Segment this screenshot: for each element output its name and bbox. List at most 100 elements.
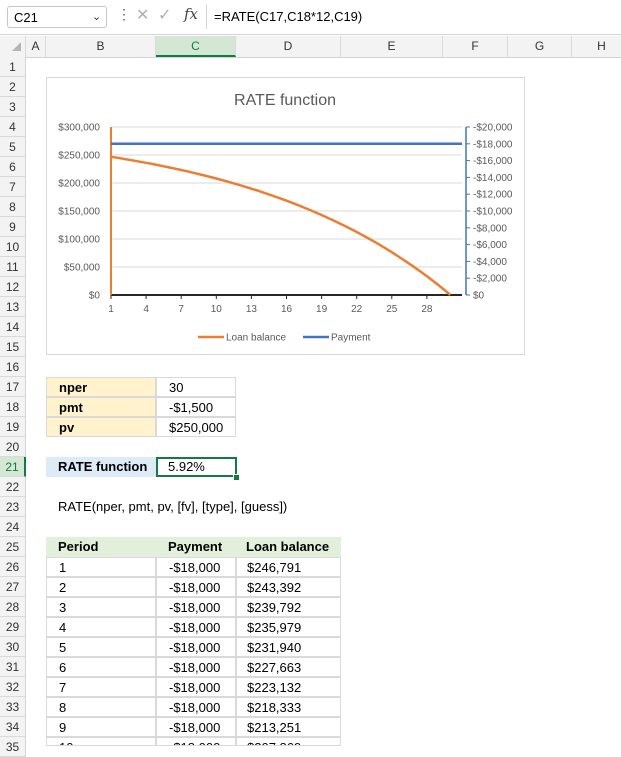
table-header-loan-balance[interactable]: Loan balance: [236, 537, 341, 557]
syntax-text[interactable]: RATE(nper, pmt, pv, [fv], [type], [guess…: [46, 497, 446, 517]
table-cell-payment[interactable]: -$18,000: [156, 657, 236, 677]
table-cell-period[interactable]: 6: [46, 657, 156, 677]
chevron-down-icon[interactable]: ⌄: [92, 10, 101, 23]
table-cell-loan-balance[interactable]: $218,333: [236, 697, 341, 717]
select-all-button[interactable]: [0, 36, 26, 57]
table-header-payment[interactable]: Payment: [156, 537, 236, 557]
name-box[interactable]: C21 ⌄: [7, 6, 107, 28]
table-cell-period[interactable]: 8: [46, 697, 156, 717]
row-header-selected[interactable]: 21: [0, 457, 26, 477]
y-left-tick-label: $250,000: [58, 151, 100, 162]
row-header[interactable]: 7: [0, 177, 26, 197]
column-header-b[interactable]: B: [46, 36, 156, 57]
column-header-c[interactable]: C: [156, 36, 236, 57]
column-header-e[interactable]: E: [341, 36, 443, 57]
row-header[interactable]: 33: [0, 697, 26, 717]
label-nper[interactable]: nper: [46, 377, 156, 397]
row-header[interactable]: 20: [0, 437, 26, 457]
line-chart[interactable]: RATE function $0 $50,000 $100,000 $150,000 $…: [46, 77, 525, 355]
row-header[interactable]: 24: [0, 517, 26, 537]
table-cell-payment[interactable]: -$18,000: [156, 577, 236, 597]
row-header[interactable]: 35: [0, 737, 26, 757]
row-header[interactable]: 8: [0, 197, 26, 217]
value-pmt[interactable]: -$1,500: [156, 397, 236, 417]
enter-check-icon[interactable]: ✓: [158, 5, 171, 25]
table-cell-period[interactable]: 5: [46, 637, 156, 657]
row-header[interactable]: 6: [0, 157, 26, 177]
row-header[interactable]: 23: [0, 497, 26, 517]
row-header[interactable]: 31: [0, 657, 26, 677]
table-header-period[interactable]: Period: [46, 537, 156, 557]
label-rate-function[interactable]: RATE function: [46, 457, 156, 477]
row-header[interactable]: 1: [0, 57, 26, 77]
table-cell-period[interactable]: 1: [46, 557, 156, 577]
table-cell-loan-balance[interactable]: $243,392: [236, 577, 341, 597]
row-header[interactable]: 11: [0, 257, 26, 277]
table-cell-loan-balance[interactable]: $231,940: [236, 637, 341, 657]
row-header[interactable]: 3: [0, 97, 26, 117]
row-header[interactable]: 25: [0, 537, 26, 557]
row-header[interactable]: 29: [0, 617, 26, 637]
row-header[interactable]: 12: [0, 277, 26, 297]
table-cell-payment[interactable]: -$18,000: [156, 697, 236, 717]
table-cell-period[interactable]: 10: [46, 737, 156, 746]
row-header[interactable]: 18: [0, 397, 26, 417]
row-header[interactable]: 19: [0, 417, 26, 437]
value-pv[interactable]: $250,000: [156, 417, 236, 437]
column-header-h[interactable]: H: [572, 36, 621, 57]
rate-result-cell[interactable]: 5.92%: [156, 457, 237, 477]
row-header[interactable]: 13: [0, 297, 26, 317]
row-header[interactable]: 17: [0, 377, 26, 397]
column-header-a[interactable]: A: [26, 36, 46, 57]
column-header-f[interactable]: F: [443, 36, 508, 57]
column-header-d[interactable]: D: [236, 36, 341, 57]
row-header[interactable]: 2: [0, 77, 26, 97]
row-header[interactable]: 14: [0, 317, 26, 337]
table-cell-period[interactable]: 7: [46, 677, 156, 697]
value-nper[interactable]: 30: [156, 377, 236, 397]
row-header[interactable]: 30: [0, 637, 26, 657]
column-header-g[interactable]: G: [508, 36, 572, 57]
gridlines: [111, 126, 462, 268]
table-cell-loan-balance[interactable]: $223,132: [236, 677, 341, 697]
table-cell-payment[interactable]: -$18,000: [156, 597, 236, 617]
x-tick-label: 16: [281, 304, 293, 315]
table-cell-payment[interactable]: -$18,000: [156, 737, 236, 746]
table-cell-period[interactable]: 4: [46, 617, 156, 637]
table-cell-payment[interactable]: -$18,000: [156, 677, 236, 697]
table-cell-loan-balance[interactable]: $235,979: [236, 617, 341, 637]
table-cell-payment[interactable]: -$18,000: [156, 557, 236, 577]
row-header[interactable]: 28: [0, 597, 26, 617]
row-header[interactable]: 22: [0, 477, 26, 497]
insert-function-icon[interactable]: fx: [184, 5, 198, 23]
legend-label-payment: Payment: [331, 333, 371, 344]
table-cell-period[interactable]: 3: [46, 597, 156, 617]
row-header[interactable]: 16: [0, 357, 26, 377]
cancel-icon[interactable]: ✕: [136, 5, 149, 25]
table-cell-payment[interactable]: -$18,000: [156, 617, 236, 637]
label-pv[interactable]: pv: [46, 417, 156, 437]
row-header[interactable]: 9: [0, 217, 26, 237]
more-options-icon[interactable]: ⋮: [117, 6, 131, 23]
row-header[interactable]: 32: [0, 677, 26, 697]
table-cell-payment[interactable]: -$18,000: [156, 717, 236, 737]
row-header[interactable]: 10: [0, 237, 26, 257]
row-header[interactable]: 15: [0, 337, 26, 357]
table-cell-period[interactable]: 9: [46, 717, 156, 737]
y-axis-right: $0 -$2,000 -$4,000 -$6,000 -$8,000 -$10,000 -$…: [465, 123, 513, 302]
table-cell-payment[interactable]: -$18,000: [156, 637, 236, 657]
row-header[interactable]: 5: [0, 137, 26, 157]
table-cell-loan-balance[interactable]: $207,869: [236, 737, 341, 746]
row-header[interactable]: 27: [0, 577, 26, 597]
table-cell-loan-balance[interactable]: $246,791: [236, 557, 341, 577]
table-cell-loan-balance[interactable]: $239,792: [236, 597, 341, 617]
formula-input[interactable]: =RATE(C17,C18*12,C19): [214, 9, 362, 24]
table-cell-loan-balance[interactable]: $213,251: [236, 717, 341, 737]
fill-handle[interactable]: [233, 474, 240, 481]
label-pmt[interactable]: pmt: [46, 397, 156, 417]
table-cell-loan-balance[interactable]: $227,663: [236, 657, 341, 677]
row-header[interactable]: 4: [0, 117, 26, 137]
table-cell-period[interactable]: 2: [46, 577, 156, 597]
row-header[interactable]: 34: [0, 717, 26, 737]
row-header[interactable]: 26: [0, 557, 26, 577]
